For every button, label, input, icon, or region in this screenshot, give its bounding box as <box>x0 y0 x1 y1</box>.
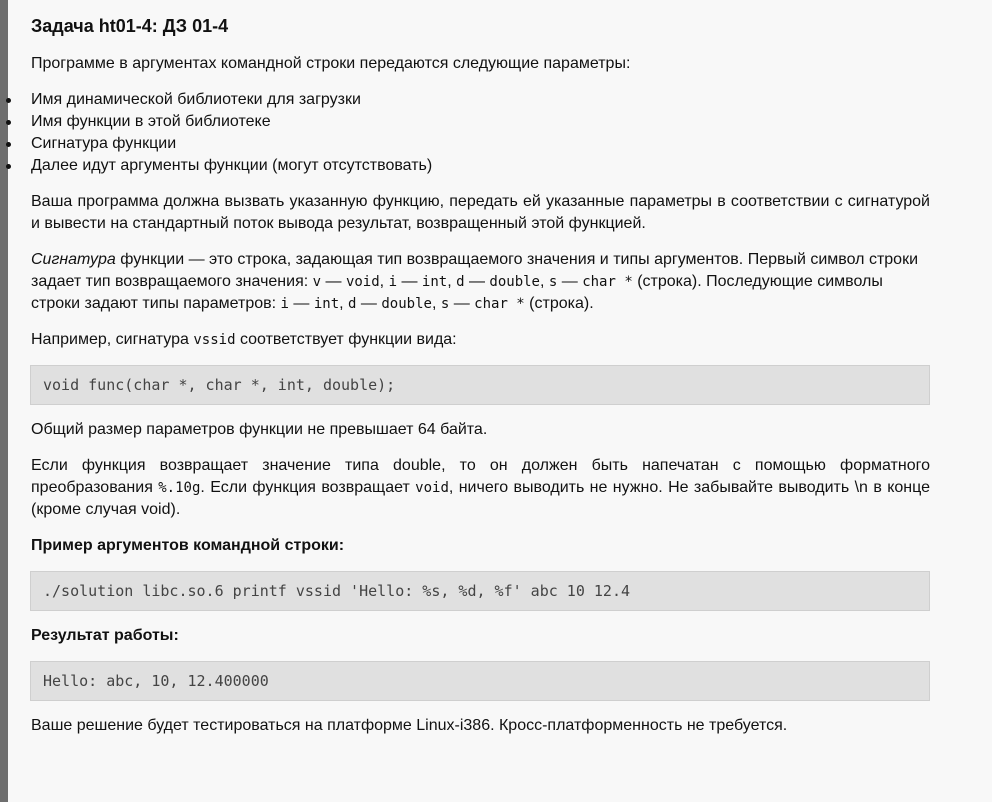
code-block-args: ./solution libc.so.6 printf vssid 'Hello… <box>30 571 930 611</box>
problem-statement: Задача ht01-4: ДЗ 01-4 Программе в аргум… <box>6 14 931 751</box>
list-item: Имя динамической библиотеки для загрузки <box>6 89 930 111</box>
intro-text: Программе в аргументах командной строки … <box>31 55 631 72</box>
list-item: Сигнатура функции <box>6 133 930 155</box>
task-text: Ваша программа должна вызвать указанную … <box>31 193 930 232</box>
result-heading: Результат работы: <box>31 627 179 644</box>
code-block-result: Hello: abc, 10, 12.400000 <box>30 661 930 701</box>
list-item: Имя функции в этой библиотеке <box>6 111 930 133</box>
example-text: Например, сигнатура vssid соответствует … <box>31 331 457 348</box>
double-text: Если функция возвращает значение типа do… <box>31 457 931 518</box>
platform-text: Ваше решение будет тестироваться на плат… <box>31 717 788 734</box>
page-title: Задача ht01-4: ДЗ 01-4 <box>31 16 229 36</box>
size-text: Общий размер параметров функции не превы… <box>31 421 488 438</box>
term: Сигнатура <box>31 251 116 268</box>
params-list: Имя динамической библиотеки для загрузки… <box>6 89 930 177</box>
args-heading: Пример аргументов командной строки: <box>31 537 345 554</box>
list-item: Далее идут аргументы функции (могут отсу… <box>6 155 930 177</box>
signature-text: Сигнатура функции — это строка, задающая… <box>31 251 919 312</box>
code-block-signature: void func(char *, char *, int, double); <box>30 365 930 405</box>
